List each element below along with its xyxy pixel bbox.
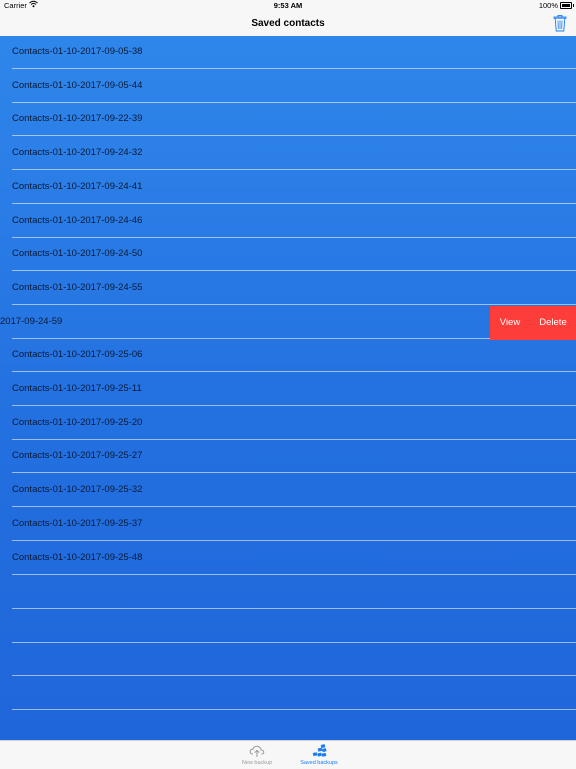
- list-item-label: Contacts-01-10-2017-09-24-41: [12, 181, 142, 192]
- empty-row-separator: [12, 642, 576, 643]
- trash-icon[interactable]: [553, 15, 567, 32]
- empty-row-separator: [12, 608, 576, 609]
- cloud-icon: [249, 744, 265, 758]
- list-item[interactable]: Contacts-01-10-2017-09-25-48: [0, 542, 576, 575]
- list-item-label: Contacts-01-10-2017-09-24-32: [12, 147, 142, 158]
- list-item[interactable]: Contacts-01-10-2017-09-24-41: [0, 171, 576, 204]
- list-item-label: Contacts-01-10-2017-09-22-39: [12, 113, 142, 124]
- list-item[interactable]: Contacts-01-10-2017-09-25-32: [0, 474, 576, 507]
- clock: 9:53 AM: [0, 1, 576, 10]
- navigation-bar: Saved contacts: [0, 12, 576, 37]
- list-item[interactable]: Contacts-01-10-2017-09-25-37: [0, 508, 576, 541]
- list-item[interactable]: Contacts-01-10-2017-09-24-55: [0, 272, 576, 305]
- list-item-label: Contacts-01-10-2017-09-25-06: [12, 349, 142, 360]
- page-title: Saved contacts: [0, 18, 576, 29]
- empty-row-separator: [12, 675, 576, 676]
- list-item-label: Contacts-01-10-2017-09-25-27: [12, 450, 142, 461]
- list-item-label: Contacts-01-10-2017-09-25-11: [12, 383, 142, 394]
- list-item[interactable]: Contacts-01-10-2017-09-25-20: [0, 407, 576, 440]
- list-item[interactable]: Contacts-01-10-2017-09-24-50: [0, 238, 576, 271]
- view-button[interactable]: View: [490, 306, 530, 340]
- empty-row-separator: [12, 709, 576, 710]
- list-item-label: Contacts-01-10-2017-09-05-38: [12, 46, 142, 57]
- list-item-label: Contacts-01-10-2017-09-24-55: [12, 282, 142, 293]
- tab-saved-backups[interactable]: Saved backups: [289, 741, 349, 769]
- backup-list[interactable]: Contacts-01-10-2017-09-05-38 Contacts-01-…: [0, 36, 576, 740]
- list-item[interactable]: 2017-09-24-59 ViewDelete: [0, 306, 576, 339]
- list-item[interactable]: Contacts-01-10-2017-09-05-44: [0, 70, 576, 103]
- list-item-label: Contacts-01-10-2017-09-25-32: [12, 484, 142, 495]
- tab-saved-backups-label: Saved backups: [289, 760, 349, 766]
- tab-bar: New backup Saved backups: [0, 740, 576, 769]
- list-item-label: Contacts-01-10-2017-09-05-44: [12, 80, 142, 91]
- list-item[interactable]: Contacts-01-10-2017-09-24-46: [0, 205, 576, 238]
- list-item-label: 2017-09-24-59: [0, 316, 62, 327]
- list-item[interactable]: Contacts-01-10-2017-09-24-32: [0, 137, 576, 170]
- list-item[interactable]: Contacts-01-10-2017-09-05-38: [0, 36, 576, 69]
- list-item[interactable]: Contacts-01-10-2017-09-25-06: [0, 339, 576, 372]
- list-item[interactable]: Contacts-01-10-2017-09-25-27: [0, 440, 576, 473]
- list-item[interactable]: Contacts-01-10-2017-09-22-39: [0, 103, 576, 136]
- list-item-label: Contacts-01-10-2017-09-25-20: [12, 417, 142, 428]
- list-item-label: Contacts-01-10-2017-09-25-48: [12, 552, 142, 563]
- list-item-label: Contacts-01-10-2017-09-24-46: [12, 215, 142, 226]
- battery-icon: [560, 2, 572, 9]
- list-item-label: Contacts-01-10-2017-09-25-37: [12, 518, 142, 529]
- list-item-label: Contacts-01-10-2017-09-24-50: [12, 248, 142, 259]
- tab-new-backup[interactable]: New backup: [227, 741, 287, 769]
- row-separator: [12, 574, 576, 575]
- list-item[interactable]: Contacts-01-10-2017-09-25-11: [0, 373, 576, 406]
- battery-percent: 100%: [539, 1, 558, 10]
- delete-button[interactable]: Delete: [530, 306, 576, 340]
- stack-icon: [311, 744, 327, 758]
- status-bar: Carrier 9:53 AM 100%: [0, 0, 576, 12]
- tab-new-backup-label: New backup: [227, 760, 287, 766]
